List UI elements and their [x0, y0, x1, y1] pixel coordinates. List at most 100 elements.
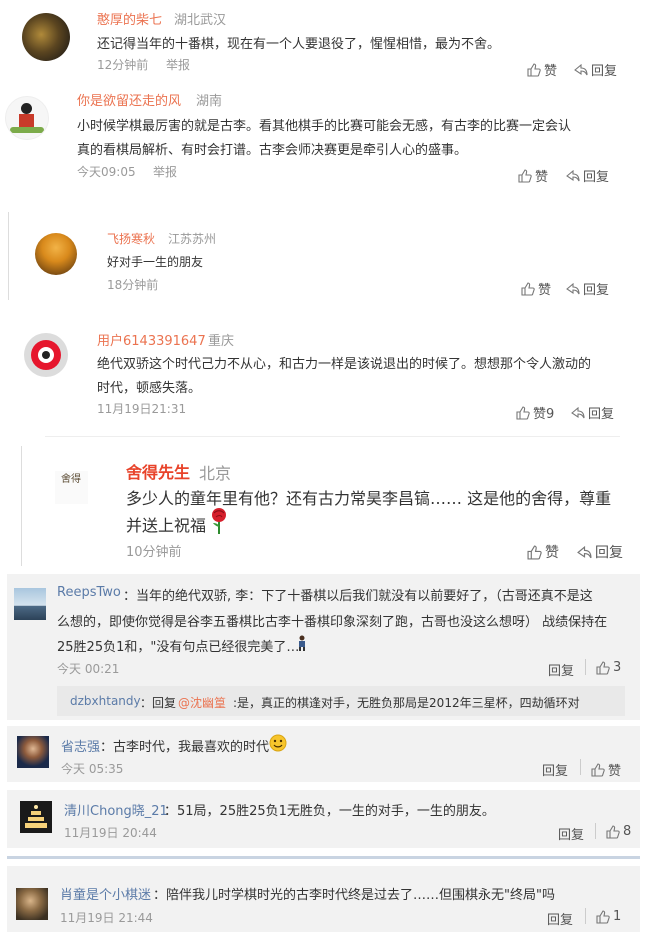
comment-text-line: 绝代双骄这个时代己力不从心，和古力一样是该说退出的时候了。想想那个令人激动的	[97, 357, 592, 372]
action-separator	[585, 908, 586, 924]
rose-emoji-icon	[208, 507, 230, 539]
avatar[interactable]	[5, 96, 49, 140]
comment-text-line: 时代，顿感失落。	[97, 381, 202, 396]
comment-username[interactable]: 用户6143391647	[97, 330, 206, 349]
thread-username[interactable]: 清川Chong晓_21	[64, 800, 168, 819]
like-button[interactable]: 赞	[591, 760, 621, 779]
thread-text-line: 25胜25负1和，"没有句点已经很完美了…"	[57, 640, 306, 655]
avatar-logo-text: 舍得	[61, 474, 81, 485]
reply-button[interactable]: 回复	[547, 909, 573, 928]
reply-button[interactable]: 回复	[566, 166, 609, 185]
like-button[interactable]: 赞	[521, 279, 551, 298]
sub-reply-username[interactable]: dzbxhtandy	[70, 694, 141, 708]
action-separator	[585, 659, 586, 675]
comment-text-line: 多少人的童年里有他？还有古力常昊李昌镐…… 这是他的舍得，尊重	[126, 489, 612, 508]
thumbs-up-icon	[591, 762, 605, 777]
thread-time: 11月19日 20:44	[64, 826, 157, 840]
comment-time: 18分钟前	[107, 278, 159, 292]
like-count: 1	[613, 909, 622, 924]
avatar[interactable]	[22, 13, 70, 61]
comment-username[interactable]: 你是欲留还走的风	[77, 90, 181, 109]
avatar[interactable]	[35, 233, 77, 275]
reply-button[interactable]: 回复	[571, 403, 614, 422]
reply-button[interactable]: 回复	[577, 542, 623, 562]
comment-location: 湖北武汉	[174, 13, 227, 28]
thumbs-up-icon	[596, 909, 610, 924]
reply-arrow-icon	[574, 63, 588, 76]
like-count: 3	[613, 660, 622, 675]
reply-label: 回复	[595, 545, 623, 561]
reply-arrow-icon	[571, 406, 585, 419]
reply-button[interactable]: 回复	[542, 760, 568, 779]
comment-text-line: 并送上祝福	[126, 516, 207, 535]
section-divider	[7, 856, 640, 859]
action-separator	[580, 759, 581, 775]
reply-button[interactable]: 回复	[548, 660, 574, 679]
like-label: 赞9	[533, 407, 555, 422]
avatar[interactable]	[24, 333, 68, 377]
comment-time: 12分钟前	[97, 58, 149, 72]
like-button[interactable]: 赞	[518, 166, 548, 185]
comment-time: 10分钟前	[126, 545, 182, 560]
reply-arrow-icon	[566, 282, 580, 295]
thumbs-up-icon	[596, 660, 610, 675]
comment-username[interactable]: 飞扬寒秋	[107, 230, 155, 247]
like-button[interactable]: 赞	[527, 542, 559, 562]
avatar[interactable]	[14, 588, 46, 620]
thumbs-up-icon	[527, 62, 541, 77]
thumbs-up-icon	[516, 405, 530, 420]
reply-button[interactable]: 回复	[574, 60, 617, 79]
thread-text-line: 么想的，即使你觉得是谷李五番棋比古李十番棋印象深刻了跑，古哥也没这么想呀） 战绩…	[57, 615, 608, 630]
thumbs-up-icon	[527, 544, 542, 560]
comment-location: 江苏苏州	[168, 232, 217, 246]
like-label: 赞	[538, 283, 552, 298]
report-link[interactable]: 举报	[166, 56, 190, 73]
thread-text: ：古李时代，我最喜欢的时代	[100, 740, 270, 755]
reply-button[interactable]: 回复	[558, 824, 584, 843]
comment-username[interactable]: 舍得先生	[126, 459, 190, 483]
divider	[45, 436, 620, 437]
comment-text-line: 小时候学棋最厉害的就是古李。看其他棋手的比赛可能会无感，有古李的比赛一定会认	[77, 119, 572, 134]
sub-reply-text: :是，真正的棋逢对手，无胜负那局是2012年三星杯，四劫循环对	[233, 696, 580, 710]
comment-text: 还记得当年的十番棋，现在有一个人要退役了，惺惺相惜，最为不舍。	[97, 37, 501, 52]
action-separator	[595, 823, 596, 839]
reply-button[interactable]: 回复	[566, 279, 609, 298]
like-button[interactable]: 3	[596, 660, 621, 675]
comment-time: 11月19日21:31	[97, 402, 187, 416]
report-link[interactable]: 举报	[153, 163, 177, 180]
thread-username[interactable]: 肖童是个小棋迷	[60, 884, 151, 903]
comment-username[interactable]: 憨厚的柴七	[97, 9, 162, 28]
smiley-emoji-icon	[269, 734, 287, 756]
comment-text-line: 真的看棋局解析、有时会打谱。古李会师决赛更是牵引人心的盛事。	[77, 143, 468, 158]
reply-label: 回复	[588, 407, 615, 422]
comment-location: 湖南	[196, 94, 223, 109]
avatar[interactable]	[16, 888, 48, 920]
like-label: 赞	[535, 170, 549, 185]
like-button[interactable]: 赞	[527, 60, 557, 79]
comment-text: 好对手一生的朋友	[107, 255, 204, 269]
like-button[interactable]: 赞9	[516, 403, 554, 422]
thread-username[interactable]: 省志强	[61, 736, 100, 755]
thread-time: 今天 00:21	[57, 662, 120, 676]
thread-line	[8, 212, 9, 300]
like-label: 赞	[545, 545, 559, 561]
thumbs-up-icon	[606, 824, 620, 839]
mention-link[interactable]: @沈幽篁	[178, 694, 226, 711]
person-emoji-icon	[297, 635, 307, 655]
thread-line	[21, 446, 22, 566]
avatar[interactable]	[17, 736, 49, 768]
comment-location: 北京	[199, 464, 232, 483]
like-button[interactable]: 1	[596, 909, 621, 924]
comment-time: 今天09:05	[77, 165, 136, 179]
thumbs-up-icon	[518, 168, 532, 183]
avatar[interactable]: 舍得	[55, 471, 88, 504]
sub-reply-prefix: ：回复	[140, 696, 177, 710]
thread-text: ：51局，25胜25负1无胜负，一生的对手，一生的朋友。	[164, 804, 495, 819]
like-button[interactable]: 8	[606, 824, 631, 839]
avatar[interactable]	[20, 801, 52, 833]
like-label: 赞	[544, 64, 558, 79]
thread-username[interactable]: ReepsTwo	[57, 585, 121, 600]
like-label: 赞	[608, 764, 622, 779]
thread-text-line: ：当年的绝代双骄, 李：下了十番棋以后我们就没有以前要好了，（古哥还真不是这	[123, 589, 593, 604]
comment-location: 重庆	[208, 334, 235, 349]
